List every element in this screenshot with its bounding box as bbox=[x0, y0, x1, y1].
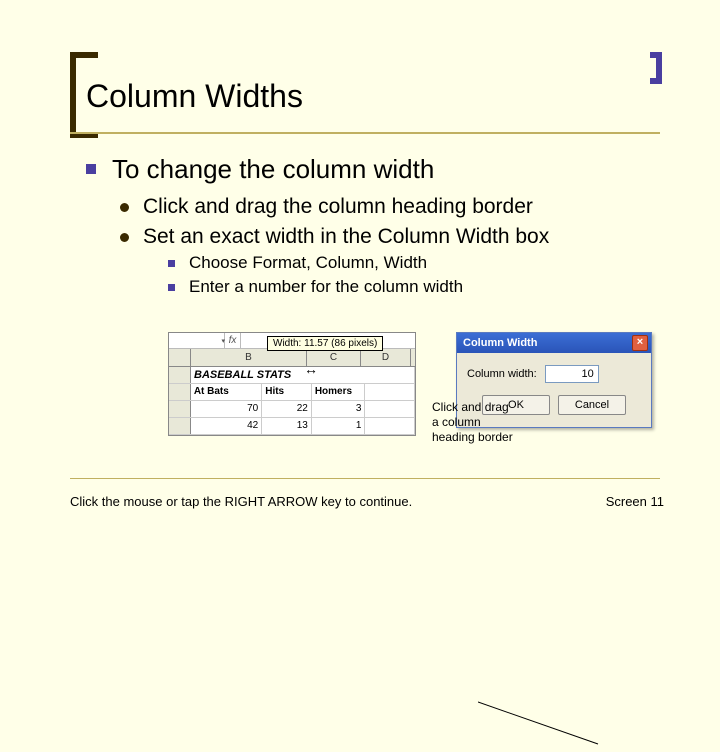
cell: 13 bbox=[262, 418, 312, 434]
callout-text: Click and drag a column heading border bbox=[432, 400, 513, 445]
bullet-level-3: Enter a number for the column width bbox=[168, 277, 686, 297]
circle-bullet-icon bbox=[120, 233, 129, 242]
fx-icon: fx bbox=[225, 333, 241, 348]
table-row: 42 13 1 bbox=[169, 418, 415, 435]
col-header-b: B bbox=[191, 349, 307, 366]
bullet-text: To change the column width bbox=[112, 154, 434, 185]
excel-snippet: Width: 11.57 (86 pixels) fx B C D BASEBA… bbox=[168, 332, 416, 436]
callout-line-3: heading border bbox=[432, 430, 513, 445]
dialog-titlebar: Column Width × bbox=[457, 333, 651, 353]
corner-cell bbox=[169, 349, 191, 366]
cell bbox=[365, 418, 415, 434]
slide-body: To change the column width Click and dra… bbox=[86, 154, 686, 297]
row-header bbox=[169, 418, 191, 434]
column-width-label: Column width: bbox=[467, 368, 537, 380]
name-box bbox=[169, 333, 225, 348]
title-bracket-right bbox=[650, 52, 662, 84]
column-width-input[interactable] bbox=[545, 365, 599, 383]
figures: Width: 11.57 (86 pixels) fx B C D BASEBA… bbox=[168, 332, 416, 436]
circle-bullet-icon bbox=[120, 203, 129, 212]
resize-cursor-icon bbox=[304, 361, 318, 377]
bullet-level-3: Choose Format, Column, Width bbox=[168, 253, 686, 273]
dialog-title: Column Width bbox=[463, 337, 537, 349]
footer-rule bbox=[70, 478, 660, 479]
row-header bbox=[169, 401, 191, 417]
cell: Homers bbox=[312, 384, 366, 400]
cell bbox=[365, 384, 415, 400]
close-icon[interactable]: × bbox=[632, 335, 648, 351]
slide-title: Column Widths bbox=[86, 78, 303, 115]
square-bullet-icon bbox=[168, 284, 175, 291]
bullet-text: Click and drag the column heading border bbox=[143, 195, 533, 219]
title-underline bbox=[70, 132, 660, 134]
cancel-button[interactable]: Cancel bbox=[558, 395, 626, 415]
footer-instruction: Click the mouse or tap the RIGHT ARROW k… bbox=[70, 494, 412, 509]
square-bullet-icon bbox=[86, 164, 96, 174]
column-headers: B C D bbox=[169, 349, 415, 367]
callout-line-2: a column bbox=[432, 415, 513, 430]
cell: At Bats bbox=[191, 384, 262, 400]
cell: 42 bbox=[191, 418, 262, 434]
cell: 70 bbox=[191, 401, 262, 417]
cell: 22 bbox=[262, 401, 312, 417]
col-header-d: D bbox=[361, 349, 411, 366]
bullet-text: Choose Format, Column, Width bbox=[189, 253, 427, 273]
square-bullet-icon bbox=[168, 260, 175, 267]
row-header bbox=[169, 384, 191, 400]
table-row: 70 22 3 bbox=[169, 401, 415, 418]
bullet-text: Enter a number for the column width bbox=[189, 277, 463, 297]
screen-number: Screen 11 bbox=[606, 494, 664, 509]
cell-title: BASEBALL STATS bbox=[191, 367, 415, 383]
table-row: BASEBALL STATS bbox=[169, 367, 415, 384]
cell bbox=[365, 401, 415, 417]
bullet-level-1: To change the column width bbox=[86, 154, 686, 185]
cell: 1 bbox=[312, 418, 366, 434]
callout-line-1: Click and drag bbox=[432, 400, 513, 415]
cell: Hits bbox=[262, 384, 312, 400]
table-row: At Bats Hits Homers bbox=[169, 384, 415, 401]
callout-connector bbox=[478, 692, 606, 752]
bullet-level-2: Click and drag the column heading border bbox=[120, 195, 686, 219]
bullet-level-2: Set an exact width in the Column Width b… bbox=[120, 225, 686, 249]
width-tooltip: Width: 11.57 (86 pixels) bbox=[267, 336, 383, 351]
cell: 3 bbox=[312, 401, 366, 417]
row-header bbox=[169, 367, 191, 383]
bullet-text: Set an exact width in the Column Width b… bbox=[143, 225, 549, 249]
